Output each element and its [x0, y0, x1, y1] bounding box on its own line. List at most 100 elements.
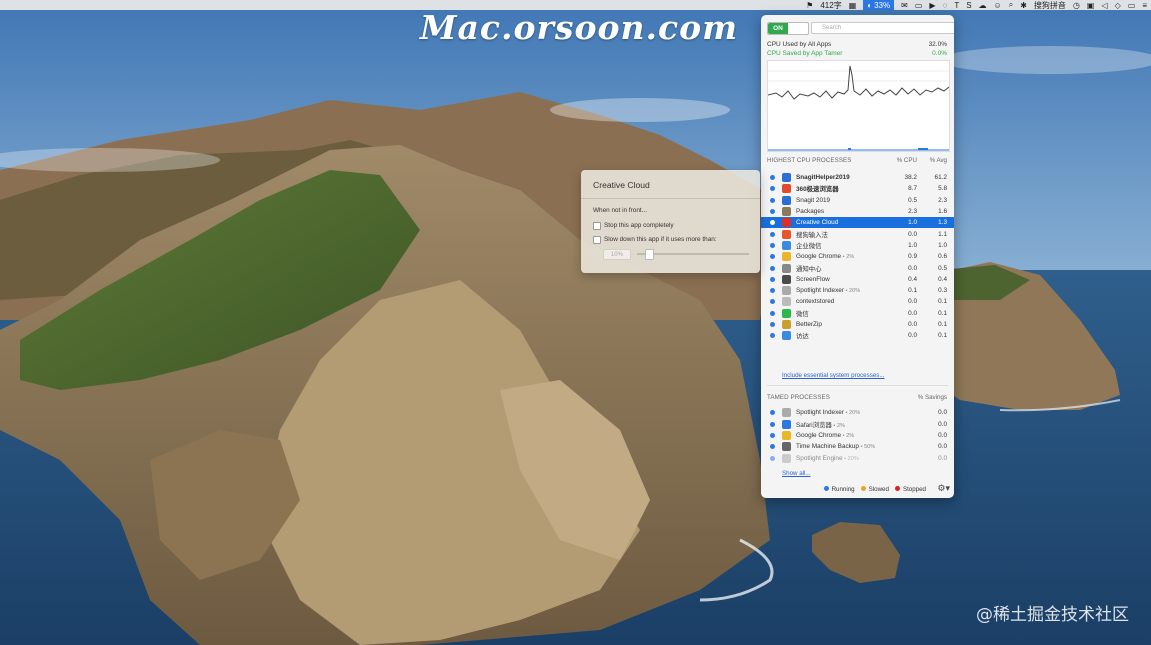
- app-icon: [782, 263, 791, 273]
- process-name: Snagit 2019: [796, 196, 831, 204]
- app-icon: [782, 408, 791, 418]
- process-limit: • 50%: [859, 444, 876, 451]
- search-menu-icon[interactable]: ⌕: [1009, 0, 1013, 10]
- search-input[interactable]: Search: [811, 22, 954, 34]
- status-dot: [770, 175, 775, 181]
- stop-completely-checkbox[interactable]: [593, 222, 601, 230]
- app-icon: [782, 331, 791, 341]
- app-tamer-menu-item[interactable]: ◐ 33%: [863, 0, 895, 10]
- menu-icon[interactable]: ≡: [1142, 1, 1147, 10]
- bluetooth-icon[interactable]: ✱: [1020, 1, 1027, 10]
- word-count[interactable]: 412字: [820, 0, 841, 11]
- process-name: Google Chrome • 2%: [796, 431, 855, 439]
- process-row[interactable]: 企业微信 1.0 1.0: [761, 240, 954, 251]
- highest-cpu-header: HIGHEST CPU PROCESSES: [767, 157, 852, 164]
- app-icon: [782, 184, 791, 194]
- slow-down-checkbox[interactable]: [593, 236, 601, 244]
- include-system-link[interactable]: Include essential system processes...: [782, 372, 884, 379]
- process-savings: 0.0: [938, 443, 947, 451]
- process-row[interactable]: 搜狗输入法 0.0 1.1: [761, 228, 954, 239]
- slider-knob[interactable]: [645, 249, 654, 260]
- process-avg: 1.6: [938, 208, 947, 216]
- app-tamer-icon: ◐: [867, 0, 873, 10]
- process-name: Safari浏览器 • 2%: [796, 421, 846, 429]
- on-off-toggle[interactable]: ON: [767, 22, 809, 35]
- show-all-link[interactable]: Show all...: [782, 470, 811, 477]
- wifi-icon[interactable]: ◇: [1115, 1, 1121, 10]
- process-limit: • 2%: [841, 432, 855, 439]
- process-row[interactable]: 通知中心 0.0 0.5: [761, 262, 954, 273]
- app-icon: [782, 252, 791, 262]
- app-icon: [782, 308, 791, 318]
- process-cpu: 1.0: [908, 241, 917, 249]
- tamed-row[interactable]: Spotlight Indexer • 20% 0.0: [761, 407, 954, 418]
- tamed-row[interactable]: Safari浏览器 • 2% 0.0: [761, 418, 954, 429]
- process-row[interactable]: Google Chrome • 2% 0.9 0.6: [761, 251, 954, 262]
- process-row[interactable]: ScreenFlow 0.4 0.4: [761, 274, 954, 285]
- clock-icon[interactable]: ◷: [1073, 1, 1080, 10]
- process-row[interactable]: Snagit 2019 0.5 2.3: [761, 195, 954, 206]
- user-icon[interactable]: ☺: [994, 1, 1002, 10]
- process-avg: 0.4: [938, 275, 947, 283]
- process-row[interactable]: contextstored 0.0 0.1: [761, 296, 954, 307]
- process-avg: 0.1: [938, 332, 947, 340]
- screen-icon[interactable]: ▭: [915, 1, 923, 10]
- process-cpu: 0.0: [908, 332, 917, 340]
- process-cpu: 0.0: [908, 298, 917, 306]
- cpu-used-label: CPU Used by All Apps: [767, 41, 832, 48]
- display-icon[interactable]: ▣: [1087, 1, 1095, 10]
- app-icon: [782, 195, 791, 205]
- status-dot: [770, 310, 775, 316]
- status-dot: [770, 322, 775, 327]
- cpu-usage-graph: [767, 60, 950, 152]
- process-cpu: 0.9: [908, 253, 917, 261]
- process-limit: • 20%: [843, 410, 861, 417]
- tamed-row[interactable]: Time Machine Backup • 50% 0.0: [761, 441, 954, 452]
- process-row[interactable]: Packages 2.3 1.6: [761, 206, 954, 217]
- input-method[interactable]: 搜狗拼音: [1034, 0, 1066, 11]
- app-icon: [782, 430, 791, 440]
- process-avg: 1.1: [938, 230, 947, 238]
- process-avg: 1.0: [938, 241, 947, 249]
- process-row[interactable]: 访达 0.0 0.1: [761, 330, 954, 341]
- tamed-row[interactable]: Google Chrome • 2% 0.0: [761, 430, 954, 441]
- cc-when-label: When not in front...: [593, 207, 647, 214]
- process-row[interactable]: SnagitHelper2019 38.2 61.2: [761, 172, 954, 183]
- process-avg: 5.8: [938, 185, 947, 193]
- process-name: Spotlight Indexer • 20%: [796, 287, 861, 295]
- grid-icon[interactable]: ▦: [849, 1, 857, 10]
- chat-icon[interactable]: ◌: [943, 1, 948, 10]
- tamed-row[interactable]: Spotlight Engine • 20% 0.0: [761, 453, 954, 464]
- volume-icon[interactable]: ◁: [1101, 1, 1107, 10]
- process-row[interactable]: BetterZip 0.0 0.1: [761, 319, 954, 330]
- process-savings: 0.0: [938, 420, 947, 428]
- battery-icon[interactable]: ▭: [1128, 1, 1136, 10]
- process-cpu: 0.0: [908, 230, 917, 238]
- process-row[interactable]: Spotlight Indexer • 20% 0.1 0.3: [761, 285, 954, 296]
- process-row[interactable]: 微信 0.0 0.1: [761, 308, 954, 319]
- app-icon: [782, 286, 791, 296]
- percent-field[interactable]: 10%: [603, 249, 631, 260]
- video-icon[interactable]: ▶: [929, 1, 935, 10]
- process-name: 企业微信: [796, 242, 822, 250]
- process-row[interactable]: Creative Cloud 1.0 1.3: [761, 217, 954, 229]
- status-dot: [770, 276, 775, 282]
- divider: [767, 385, 948, 386]
- process-cpu: 0.1: [908, 287, 917, 295]
- status-legend: Running Slowed Stopped: [761, 483, 954, 495]
- process-avg: 0.1: [938, 298, 947, 306]
- text-icon[interactable]: T: [954, 1, 959, 10]
- bookmark-icon[interactable]: ⚑: [806, 1, 813, 10]
- site-watermark: @稀土掘金技术社区: [976, 605, 1129, 625]
- gear-icon[interactable]: ⚙▾: [937, 483, 950, 494]
- col-avg-header: % Avg: [929, 157, 947, 164]
- snagit-icon[interactable]: S: [966, 1, 971, 10]
- process-limit: • 20%: [842, 455, 859, 462]
- cloud-icon[interactable]: ☁: [979, 1, 987, 10]
- process-row[interactable]: 360极速浏览器 8.7 5.8: [761, 183, 954, 194]
- wechat-icon[interactable]: ✉: [901, 1, 908, 10]
- col-cpu-header: % CPU: [896, 157, 917, 164]
- legend-slowed: Slowed: [860, 486, 889, 493]
- cpu-used-value: 32.0%: [928, 41, 947, 48]
- process-name: Spotlight Indexer • 20%: [796, 409, 861, 417]
